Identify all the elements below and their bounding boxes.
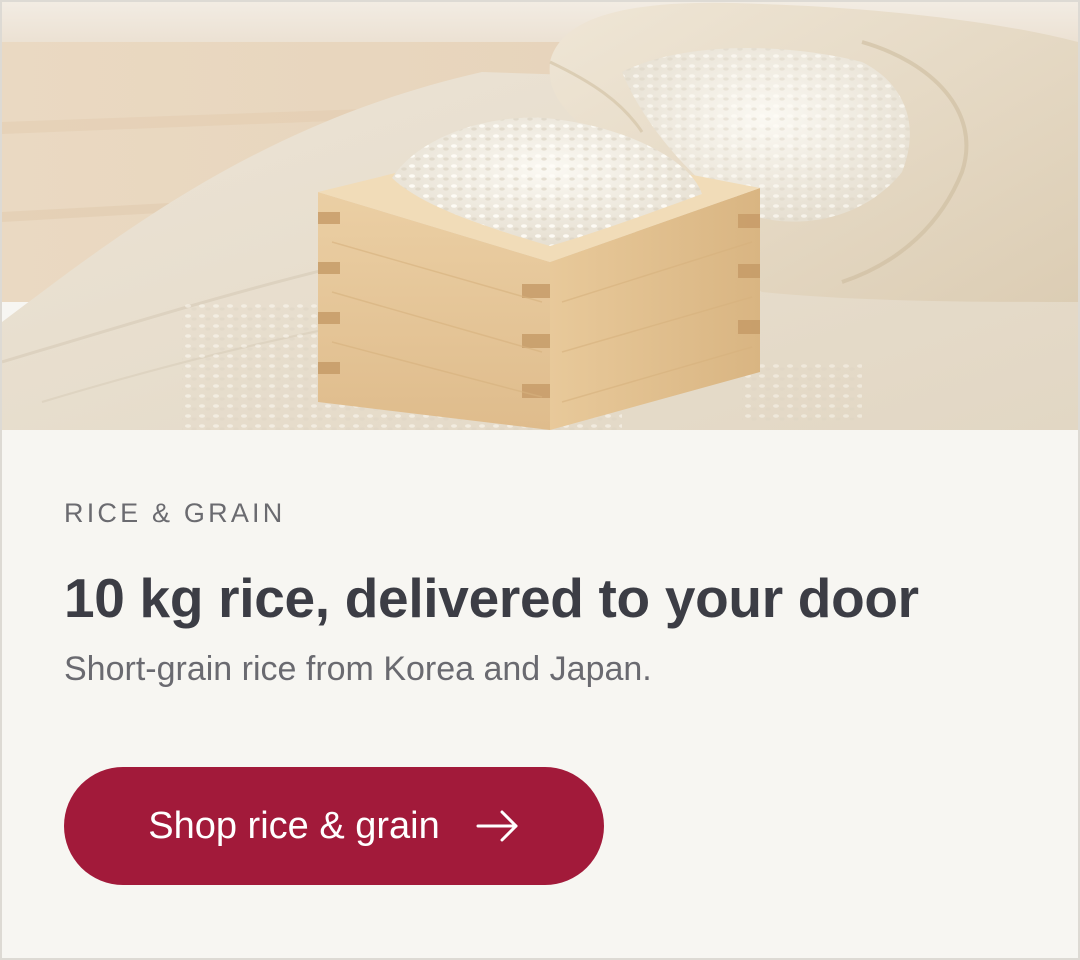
rice-masu-photo bbox=[2, 2, 1078, 430]
arrow-right-icon bbox=[476, 809, 520, 843]
category-eyebrow: RICE & GRAIN bbox=[64, 498, 286, 528]
promo-headline: 10 kg rice, delivered to your door bbox=[64, 567, 919, 629]
cta-label: Shop rice & grain bbox=[148, 804, 440, 847]
hero-image bbox=[2, 2, 1078, 430]
promo-card: RICE & GRAIN 10 kg rice, delivered to yo… bbox=[0, 0, 1080, 960]
promo-subline: Short-grain rice from Korea and Japan. bbox=[64, 650, 652, 688]
shop-rice-grain-button[interactable]: Shop rice & grain bbox=[64, 767, 604, 885]
